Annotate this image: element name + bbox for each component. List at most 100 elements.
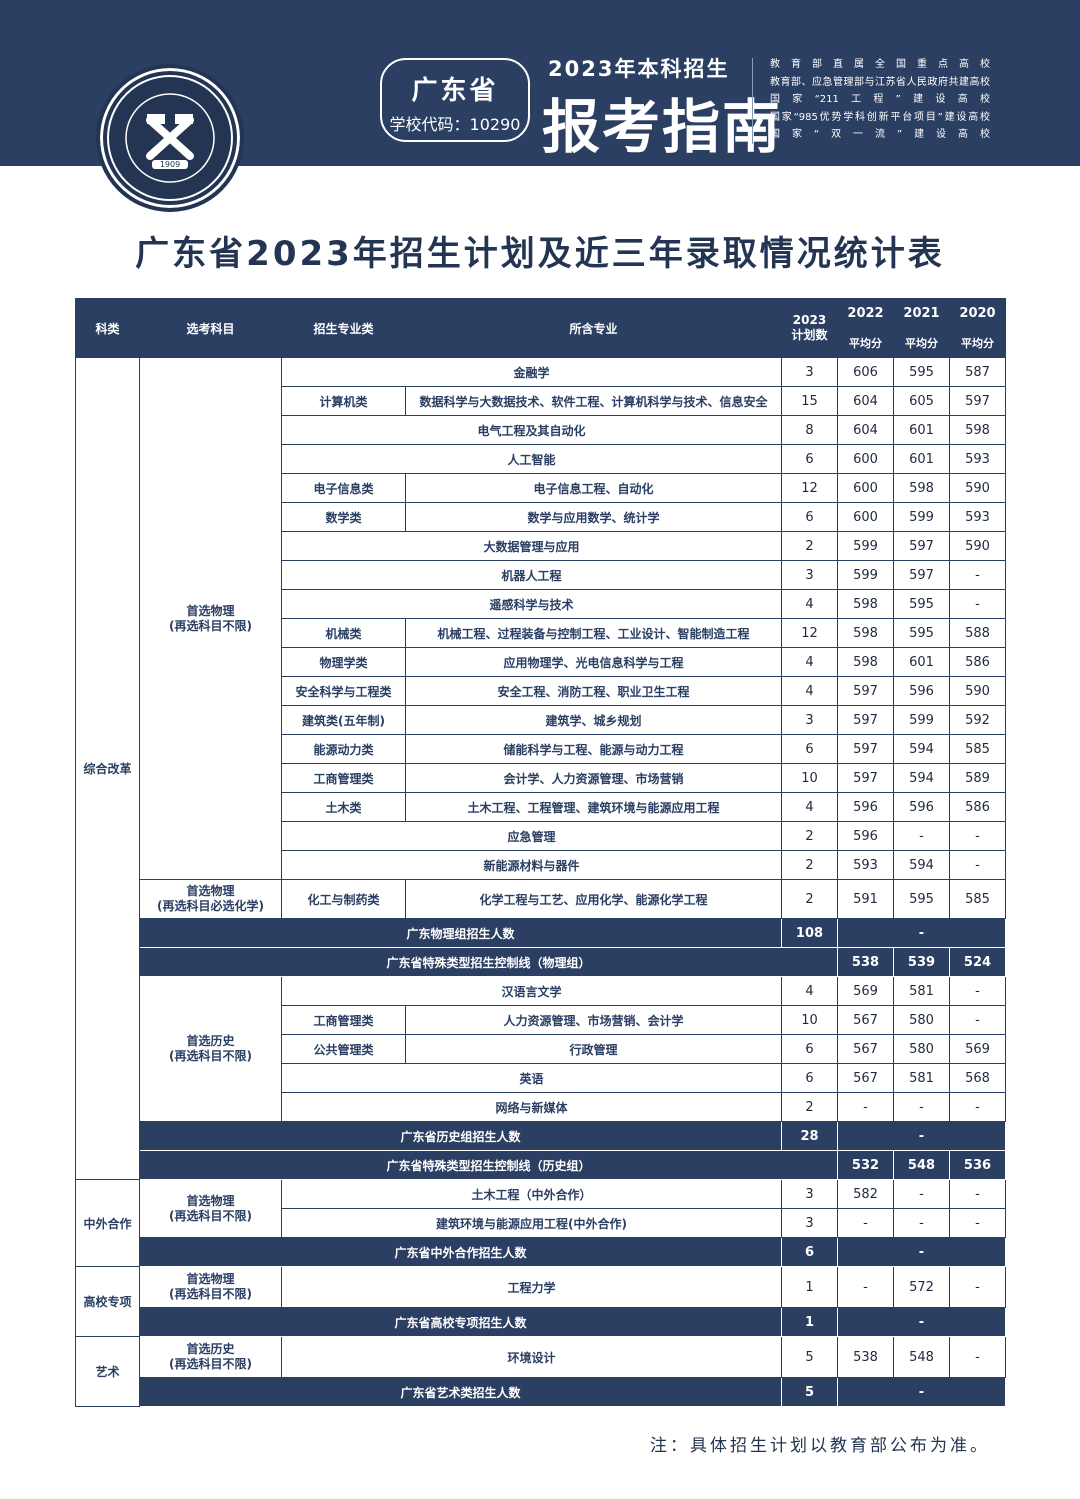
physics-control-2022: 538	[837, 947, 894, 977]
score-2020-cell: 590	[949, 676, 1006, 706]
plan-cell: 2	[781, 531, 838, 561]
plan-cell: 6	[781, 734, 838, 764]
score-2021-cell: 594	[893, 850, 950, 880]
major-group-cell: 公共管理类	[281, 1034, 406, 1064]
plan-cell: 6	[781, 444, 838, 474]
school-code: 学校代码：10290	[389, 115, 521, 134]
majors-cell: 汉语言文学	[281, 976, 782, 1006]
page-title: 广东省2023年招生计划及近三年录取情况统计表	[135, 234, 945, 274]
score-2020-cell: 590	[949, 531, 1006, 561]
score-2021-cell: 572	[893, 1266, 950, 1308]
majors-cell: 大数据管理与应用	[281, 531, 782, 561]
score-2021-cell: 594	[893, 734, 950, 764]
majors-cell: 储能科学与工程、能源与动力工程	[405, 734, 782, 764]
plan-cell: 3	[781, 560, 838, 590]
physics-total-label: 广东物理组招生人数	[139, 918, 782, 948]
score-2021-cell: 581	[893, 976, 950, 1006]
score-2022-cell: 597	[837, 763, 894, 793]
score-2022-cell: 598	[837, 647, 894, 677]
history-total-label: 广东省历史组招生人数	[139, 1121, 782, 1151]
summary-row: 广东省艺术类招生人数 5-	[76, 1377, 1006, 1407]
ys-total-label: 广东省艺术类招生人数	[139, 1377, 782, 1407]
score-2021-cell: 599	[893, 705, 950, 735]
history-control-label: 广东省特殊类型招生控制线（历史组）	[139, 1150, 838, 1180]
score-2022-cell: 567	[837, 1063, 894, 1093]
score-2020-cell: 586	[949, 792, 1006, 822]
score-2020-cell: 592	[949, 705, 1006, 735]
header-avg: 平均分	[949, 327, 1006, 358]
score-2020-cell: 598	[949, 415, 1006, 445]
summary-row: 广东省高校专项招生人数 1-	[76, 1307, 1006, 1337]
majors-cell: 数据科学与大数据技术、软件工程、计算机科学与技术、信息安全	[405, 386, 782, 416]
physics-total-dash: -	[837, 918, 1006, 948]
score-2021-cell: 596	[893, 676, 950, 706]
score-2022-cell: 596	[837, 821, 894, 851]
score-2020-cell: 597	[949, 386, 1006, 416]
score-2022-cell: 599	[837, 531, 894, 561]
score-2022-cell: 582	[837, 1179, 894, 1209]
category-yishu: 艺术	[75, 1336, 140, 1407]
honor-item: 教育部直属全国重点高校	[770, 59, 990, 70]
table-row: 综合改革 首选物理 (再选科目不限) 金融学 3 606 595 587	[75, 357, 1006, 1180]
province-badge: 广东省 学校代码：10290	[380, 58, 530, 142]
plan-cell: 10	[781, 763, 838, 793]
score-2020-cell: -	[949, 1179, 1006, 1209]
history-total-dash: -	[837, 1121, 1006, 1151]
header-plan-label: 计划数	[791, 328, 828, 342]
history-total-value: 28	[781, 1121, 838, 1151]
history-control-2022: 532	[837, 1150, 894, 1180]
score-2020-cell: -	[949, 976, 1006, 1006]
plan-cell: 6	[781, 1034, 838, 1064]
score-2022-cell: -	[837, 1266, 894, 1308]
plan-cell: 3	[781, 357, 838, 387]
score-2022-cell: 591	[837, 879, 894, 919]
majors-cell: 机械工程、过程装备与控制工程、工业设计、智能制造工程	[405, 618, 782, 648]
score-2021-cell: 597	[893, 531, 950, 561]
score-2021-cell: 595	[893, 618, 950, 648]
subject-line: 首选历史	[186, 1034, 235, 1048]
major-group-cell: 安全科学与工程类	[281, 676, 406, 706]
major-group-cell: 计算机类	[281, 386, 406, 416]
score-2021-cell: 595	[893, 589, 950, 619]
score-2021-cell: 601	[893, 647, 950, 677]
major-group-cell: 机械类	[281, 618, 406, 648]
plan-cell: 3	[781, 1179, 838, 1209]
subject-line: (再选科目不限)	[169, 1208, 252, 1223]
plan-cell: 15	[781, 386, 838, 416]
zw-total-dash: -	[837, 1237, 1006, 1267]
major-group-cell: 化工与制药类	[281, 879, 406, 919]
plan-cell: 2	[781, 1092, 838, 1122]
score-2021-cell: -	[893, 1092, 950, 1122]
subject-line: 首选物理	[186, 603, 235, 618]
score-2022-cell: 593	[837, 850, 894, 880]
majors-cell: 工程力学	[281, 1266, 782, 1308]
majors-cell: 英语	[281, 1063, 782, 1093]
plan-cell: 5	[781, 1336, 838, 1378]
score-2021-cell: 580	[893, 1034, 950, 1064]
score-2020-cell: 593	[949, 502, 1006, 532]
zw-total-label: 广东省中外合作招生人数	[139, 1237, 782, 1267]
summary-row: 广东省中外合作招生人数 6-	[76, 1237, 1006, 1267]
majors-cell: 会计学、人力资源管理、市场营销	[405, 763, 782, 793]
score-2020-cell: 589	[949, 763, 1006, 793]
honors-list: 教育部直属全国重点高校 教育部、应急管理部与江苏省人民政府共建高校 国家“211…	[770, 56, 990, 144]
score-2021-cell: -	[893, 1179, 950, 1209]
plan-cell: 12	[781, 618, 838, 648]
score-2022-cell: -	[837, 1208, 894, 1238]
gx-total-label: 广东省高校专项招生人数	[139, 1307, 782, 1337]
majors-cell: 化学工程与工艺、应用化学、能源化学工程	[405, 879, 782, 919]
subject-line: (再选科目不限)	[169, 1357, 252, 1371]
gx-total-value: 1	[781, 1307, 838, 1337]
plan-cell: 6	[781, 1063, 838, 1093]
header-2020: 2020	[949, 298, 1006, 328]
emblem-icon: 1909	[107, 75, 233, 201]
header-major-group: 招生专业类	[281, 298, 406, 358]
gx-total-dash: -	[837, 1307, 1006, 1337]
subject-history-free: 首选历史 (再选科目不限)	[139, 976, 282, 1122]
ys-total-value: 5	[781, 1377, 838, 1407]
summary-row: 广东省特殊类型招生控制线（历史组） 532 548 536	[76, 1150, 1006, 1180]
subject-zw: 首选物理 (再选科目不限)	[139, 1179, 282, 1238]
plan-cell: 4	[781, 589, 838, 619]
plan-cell: 6	[781, 502, 838, 532]
score-2021-cell: 601	[893, 444, 950, 474]
